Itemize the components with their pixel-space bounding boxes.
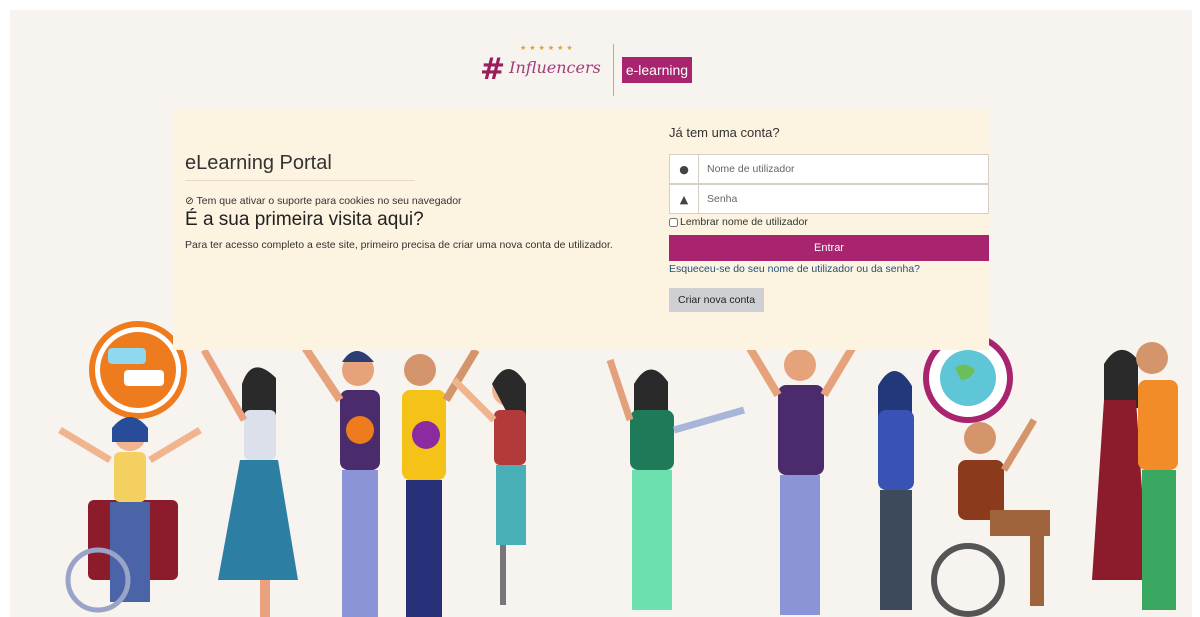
first-visit-heading: É a sua primeira visita aqui? bbox=[185, 209, 424, 230]
stars-icon: ★★★★★★ bbox=[520, 44, 576, 52]
chat-bubble-icon bbox=[89, 321, 187, 419]
create-account-button[interactable]: Criar nova conta bbox=[669, 288, 765, 312]
page: # Influencers e-learning ★★★★★★ eLearnin… bbox=[10, 10, 1192, 617]
forgot-password-link[interactable]: Esqueceu-se do seu nome de utilizador ou… bbox=[669, 263, 920, 275]
couple-right bbox=[1092, 342, 1178, 610]
cookie-note-text: Tem que ativar o suporte para cookies no… bbox=[196, 195, 462, 207]
person-5 bbox=[451, 369, 526, 605]
username-field: ● bbox=[669, 154, 989, 184]
people-illustration bbox=[58, 321, 1178, 617]
elearning-badge: e-learning bbox=[621, 57, 693, 83]
login-button[interactable]: Entrar bbox=[669, 235, 989, 261]
username-input[interactable] bbox=[699, 155, 988, 183]
cookie-note: ⊘ Tem que ativar o suporte para cookies … bbox=[185, 195, 462, 207]
remember-username[interactable]: Lembrar nome de utilizador bbox=[669, 216, 808, 228]
user-icon: ● bbox=[670, 155, 699, 183]
login-heading: Já tem uma conta? bbox=[669, 125, 780, 140]
influencers-logo-text: Influencers bbox=[509, 58, 601, 77]
remember-label: Lembrar nome de utilizador bbox=[680, 216, 808, 228]
login-card: eLearning Portal ⊘ Tem que ativar o supo… bbox=[173, 110, 989, 350]
page-title: eLearning Portal bbox=[185, 152, 332, 174]
person-3 bbox=[296, 337, 380, 617]
title-divider bbox=[185, 180, 415, 181]
hashtag-icon: # bbox=[480, 52, 506, 87]
person-wheelchair-right bbox=[931, 418, 1050, 617]
check-circle-icon: ⊘ bbox=[185, 195, 194, 207]
intro-text: Para ter acesso completo a este site, pr… bbox=[185, 239, 613, 251]
password-input[interactable] bbox=[699, 185, 988, 213]
person-2 bbox=[200, 348, 298, 617]
person-7 bbox=[744, 342, 858, 615]
person-8 bbox=[878, 371, 914, 610]
remember-checkbox[interactable] bbox=[669, 217, 678, 227]
lock-icon: ▲ bbox=[670, 185, 699, 213]
person-6 bbox=[606, 358, 745, 610]
person-wheelchair-left bbox=[58, 417, 202, 613]
header-logos: # Influencers e-learning bbox=[480, 40, 693, 100]
password-field: ▲ bbox=[669, 184, 989, 214]
